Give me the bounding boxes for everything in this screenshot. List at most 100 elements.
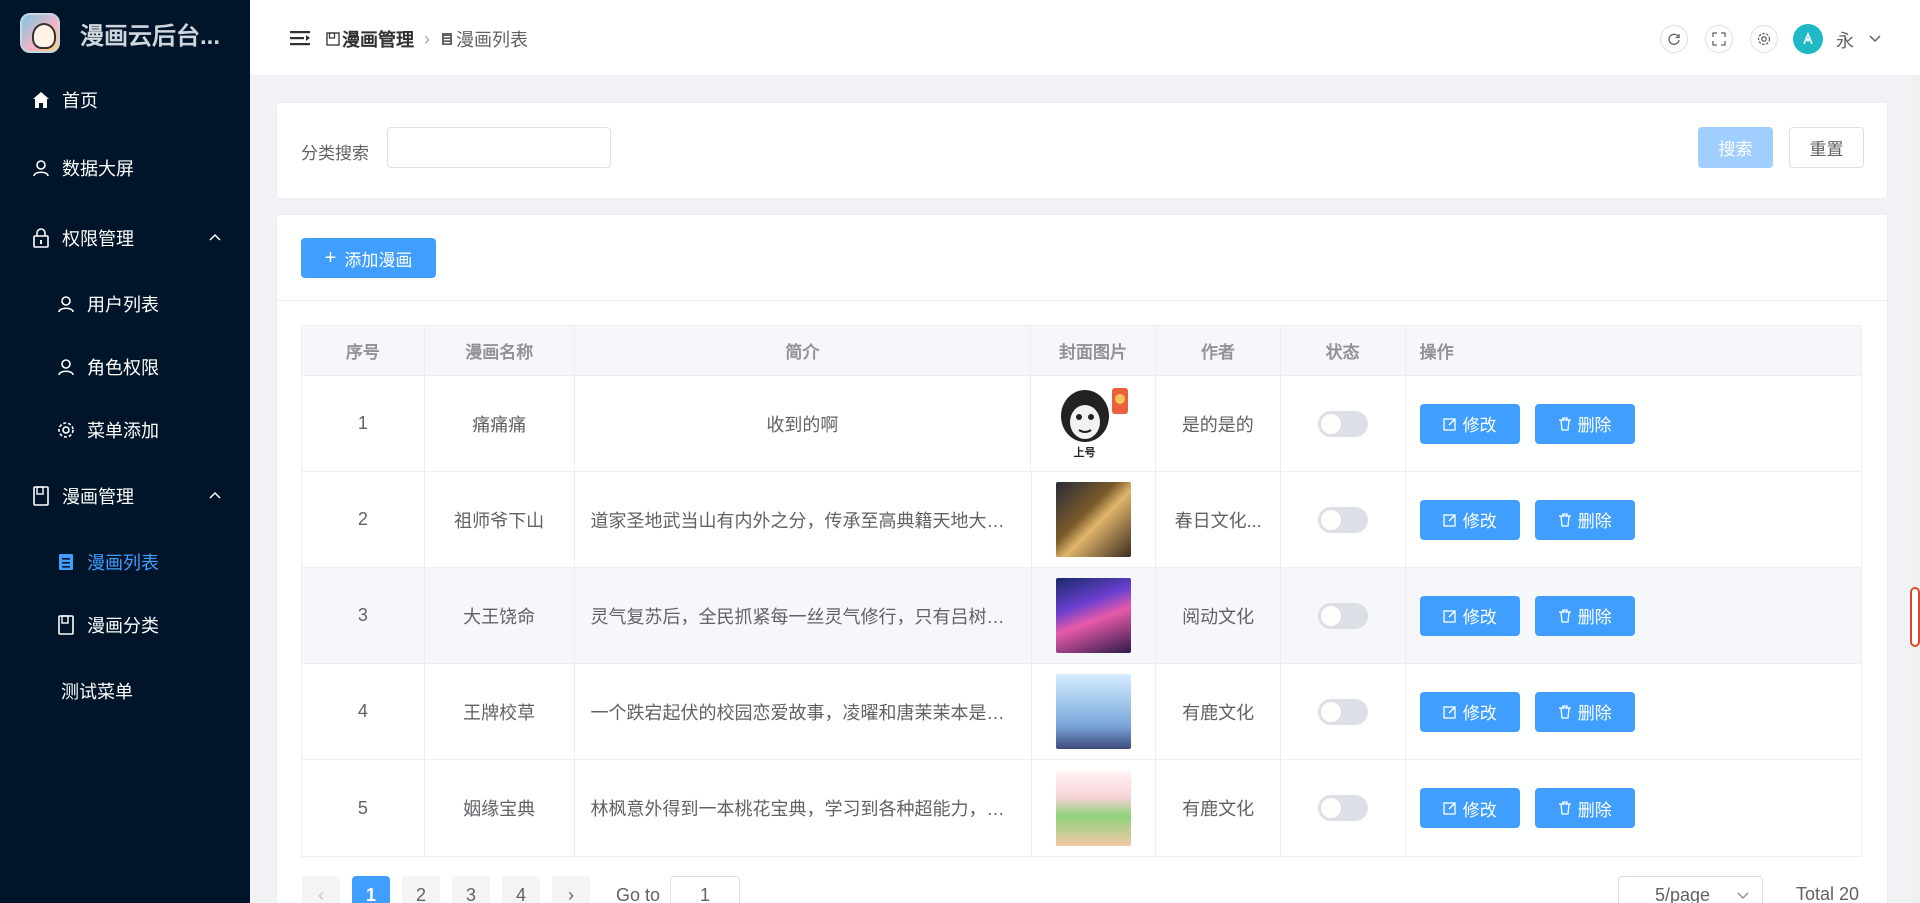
status-toggle[interactable] [1317,698,1368,725]
fullscreen-button[interactable] [1705,25,1733,53]
status-toggle[interactable] [1317,506,1368,533]
cell-index: 5 [302,760,425,856]
cell-name: 大王饶命 [425,568,575,663]
page-button[interactable]: 2 [402,876,440,903]
sidebar-item-label: 用户列表 [87,295,159,315]
gear-icon [1757,32,1771,46]
edit-icon [1442,417,1456,431]
goto-page-input[interactable] [670,876,741,903]
sidebar-item-label: 权限管理 [62,229,134,249]
chevron-up-icon [209,233,221,241]
table-row: 1 痛痛痛 收到的啊 上号 是的是的 修改 删除 [302,376,1861,472]
cell-author: 春日文化... [1156,472,1282,567]
page-button[interactable]: 1 [352,876,390,903]
column-header: 漫画名称 [425,326,575,375]
cover-caption: 上号 [1073,447,1096,459]
sidebar-item-user-list[interactable]: 用户列表 [0,274,250,334]
page-button[interactable]: 3 [452,876,490,903]
sidebar-item-roles[interactable]: 角色权限 [0,337,250,397]
add-comic-button[interactable]: + 添加漫画 [301,238,436,278]
add-comic-label: 添加漫画 [344,250,413,270]
divider [277,300,1887,301]
cover-image [1055,674,1131,749]
desc-text: 灵气复苏后，全民抓紧每一丝灵气修行，只有吕树，... [590,606,1015,627]
comic-table: 序号 漫画名称 简介 封面图片 作者 状态 操作 1 痛痛痛 收到的啊 上号 是… [301,325,1862,857]
delete-label: 删除 [1577,800,1612,820]
username[interactable]: 永 [1836,27,1854,53]
cell-actions: 修改 删除 [1406,760,1861,856]
delete-button[interactable]: 删除 [1534,788,1635,828]
scrollbar-track[interactable] [1911,76,1920,903]
column-header: 封面图片 [1031,326,1156,375]
page-size-select[interactable]: 5/page [1618,876,1763,903]
cell-author: 是的是的 [1156,376,1281,471]
book-icon [55,614,77,636]
category-search-input[interactable] [387,127,611,168]
cell-index: 3 [302,568,425,663]
edit-button[interactable]: 修改 [1419,788,1520,828]
logo: 漫画云后台... [0,0,250,66]
lock-icon [30,227,52,249]
status-toggle[interactable] [1317,795,1368,821]
edit-button[interactable]: 修改 [1419,499,1520,540]
trash-icon [1558,608,1571,623]
edit-button[interactable]: 修改 [1419,595,1520,636]
cell-cover [1032,472,1157,567]
home-icon [30,89,52,111]
delete-button[interactable]: 删除 [1534,403,1635,444]
sidebar-item-permissions[interactable]: 权限管理 [0,208,250,268]
book-icon [30,485,52,507]
table-row: 5 姻缘宝典 林枫意外得到一本桃花宝典，学习到各种超能力，从... 有鹿文化 修… [302,760,1861,856]
cell-author: 有鹿文化 [1156,664,1282,759]
cell-index: 1 [302,376,425,471]
sidebar-item-comic-mgmt[interactable]: 漫画管理 [0,466,250,526]
table-row: 4 王牌校草 一个跌宕起伏的校园恋爱故事，凌曜和唐茉茉本是命... 有鹿文化 修… [302,664,1861,760]
cell-desc: 收到的啊 [575,376,1032,471]
column-header: 序号 [302,326,425,375]
reset-button[interactable]: 重置 [1789,127,1864,168]
sidebar-item-dashboard[interactable]: 数据大屏 [0,138,250,198]
refresh-button[interactable] [1660,25,1688,53]
column-header: 简介 [575,326,1032,375]
sidebar-item-label: 首页 [62,91,98,111]
next-page-button[interactable]: › [552,876,590,903]
sidebar-item-comic-category[interactable]: 漫画分类 [0,595,250,655]
list-icon [55,551,77,573]
trash-icon [1558,801,1571,815]
cell-name: 痛痛痛 [425,376,575,471]
delete-button[interactable]: 删除 [1534,595,1635,636]
cell-status [1281,664,1406,759]
chevron-down-icon[interactable] [1868,32,1882,46]
avatar-icon [1803,32,1813,45]
chevron-right-icon: › [424,28,430,49]
edit-label: 修改 [1462,416,1497,435]
page-button[interactable]: 4 [502,876,540,903]
sidebar-item-home[interactable]: 首页 [0,70,250,130]
sidebar-item-comic-list[interactable]: 漫画列表 [0,532,250,592]
edit-label: 修改 [1462,704,1497,723]
cell-desc: 灵气复苏后，全民抓紧每一丝灵气修行，只有吕树，... [575,568,1032,663]
delete-button[interactable]: 删除 [1534,499,1635,540]
delete-label: 删除 [1577,704,1612,723]
cell-author: 阅动文化 [1156,568,1282,663]
cell-actions: 修改 删除 [1406,568,1861,663]
sidebar-item-menu-add[interactable]: 菜单添加 [0,400,250,460]
cover-image: 上号 [1055,386,1131,461]
delete-button[interactable]: 删除 [1534,691,1635,732]
breadcrumb-item: 漫画列表 [456,30,528,50]
search-button[interactable]: 搜索 [1698,127,1773,168]
cell-cover [1032,664,1157,759]
settings-button[interactable] [1750,25,1778,53]
status-toggle[interactable] [1317,602,1368,629]
avatar[interactable] [1793,24,1823,54]
breadcrumb-item[interactable]: 漫画管理 [342,26,414,52]
scrollbar-thumb[interactable] [1910,587,1920,647]
sidebar-item-test-menu[interactable]: 测试菜单 [0,661,250,721]
edit-button[interactable]: 修改 [1419,403,1520,444]
edit-label: 修改 [1462,800,1497,820]
edit-button[interactable]: 修改 [1419,691,1520,732]
prev-page-button[interactable]: ‹ [302,876,340,903]
status-toggle[interactable] [1317,410,1368,437]
menu-fold-icon[interactable] [290,30,310,46]
total-count: Total 20 [1796,884,1860,903]
